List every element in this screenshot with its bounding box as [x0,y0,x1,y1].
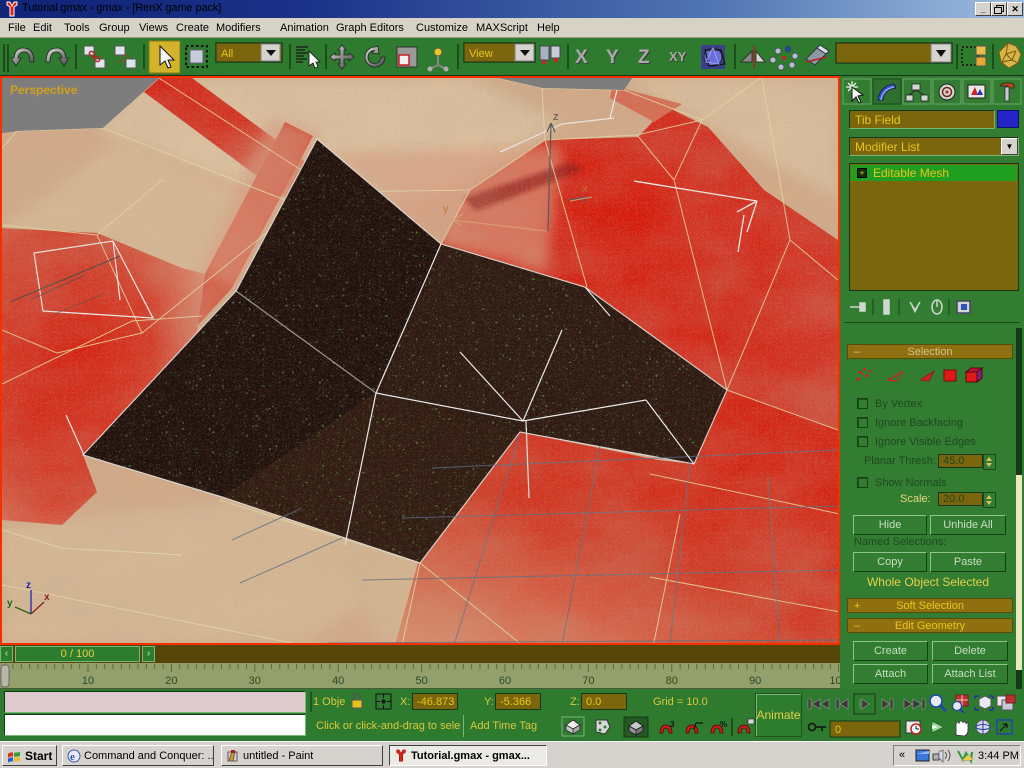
svg-text:90: 90 [749,675,761,687]
svg-text:All: All [221,48,233,60]
svg-text:Y: Y [606,47,619,68]
svg-text:100: 100 [829,675,840,687]
svg-text:60: 60 [499,675,511,687]
svg-text:View: View [469,48,493,60]
svg-text:x: x [44,592,50,603]
svg-text:y: y [7,598,13,609]
svg-text:e: e [70,751,75,763]
svg-text:30: 30 [249,675,261,687]
svg-text:70: 70 [582,675,594,687]
svg-text:X: X [575,47,588,68]
svg-text:50: 50 [415,675,427,687]
svg-text:Z: Z [638,47,650,68]
svg-text:%: % [720,720,727,729]
svg-text:y: y [443,203,449,215]
svg-text:20: 20 [165,675,177,687]
svg-text:40: 40 [332,675,344,687]
svg-text:x: x [582,183,588,195]
svg-text:z: z [553,111,559,123]
svg-text:3: 3 [670,720,675,729]
svg-text:Perspective: Perspective [10,83,78,97]
svg-text:z: z [26,580,31,591]
svg-text:10: 10 [82,675,94,687]
svg-text:80: 80 [666,675,678,687]
svg-text:0: 0 [835,724,841,736]
svg-text:XY: XY [669,49,687,64]
